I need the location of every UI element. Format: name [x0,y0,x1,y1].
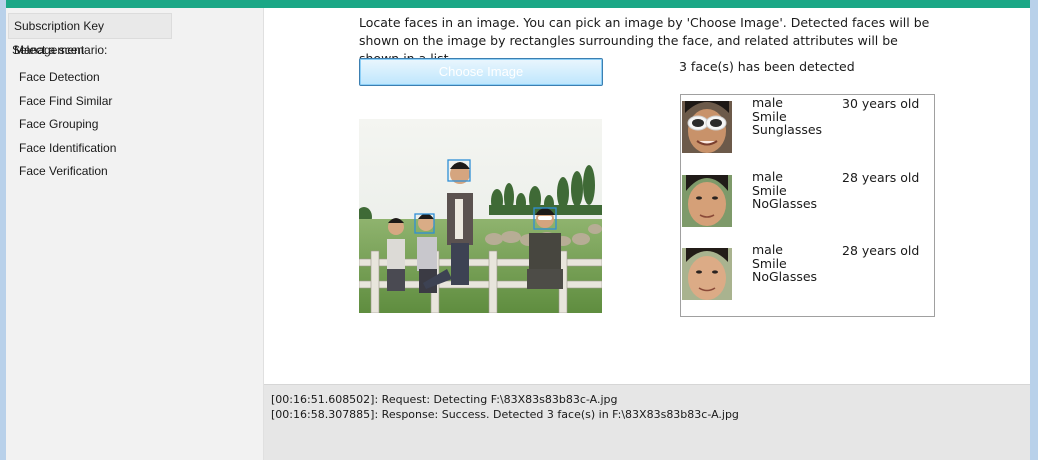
face-attributes: male Smile NoGlasses [752,170,817,211]
face-age: 28 years old [842,243,920,258]
title-bar [6,0,1030,8]
face-gender: male [752,95,783,110]
face-attributes: male Smile NoGlasses [752,243,817,284]
log-panel[interactable]: [00:16:51.608502]: Request: Detecting F:… [264,384,1030,460]
scenario-label: Select a scenario: [12,43,108,57]
face-item[interactable]: male Smile Sunglasses 30 years old [681,95,934,155]
face-thumbnail [682,248,732,300]
face-glasses: NoGlasses [752,196,818,211]
selected-image [359,119,602,313]
scenario-sidebar: Subscription Key Management Select a sce… [6,8,264,460]
window-frame-right [1030,0,1038,460]
face-glasses: NoGlasses [752,269,818,284]
log-list: [00:16:51.608502]: Request: Detecting F:… [271,392,739,422]
scenario-list: Face Detection Face Find Similar Face Gr… [6,66,264,184]
scenario-face-verification[interactable]: Face Verification [6,160,264,184]
face-glasses: Sunglasses [752,122,823,137]
face-thumbnail [682,101,732,153]
group-photo-image [359,119,602,313]
scenario-face-grouping[interactable]: Face Grouping [6,113,264,137]
detected-faces-list: male Smile Sunglasses 30 years old male [680,94,935,317]
face-expression: Smile [752,255,787,271]
face-expression: Smile [752,182,787,198]
face-expression: Smile [752,108,787,124]
face-thumbnail [682,175,732,227]
choose-image-button[interactable]: Choose Image [359,58,603,86]
scenario-face-find-similar[interactable]: Face Find Similar [6,90,264,114]
face-age: 30 years old [842,96,920,111]
face-gender: male [752,242,783,257]
face-age: 28 years old [842,170,920,185]
face-attributes: male Smile Sunglasses [752,96,822,137]
face-gender: male [752,169,783,184]
log-entry: [00:16:58.307885]: Response: Success. De… [271,408,739,421]
log-entry: [00:16:51.608502]: Request: Detecting F:… [271,393,618,406]
scenario-face-detection[interactable]: Face Detection [6,66,264,90]
scenario-face-identification[interactable]: Face Identification [6,137,264,161]
detection-status: 3 face(s) has been detected [679,59,855,74]
face-item[interactable]: male Smile NoGlasses 28 years old [681,169,934,229]
subscription-key-management-button[interactable]: Subscription Key Management [8,13,172,57]
face-item[interactable]: male Smile NoGlasses 28 years old [681,242,934,302]
face-detection-panel: Locate faces in an image. You can pick a… [264,8,1030,384]
